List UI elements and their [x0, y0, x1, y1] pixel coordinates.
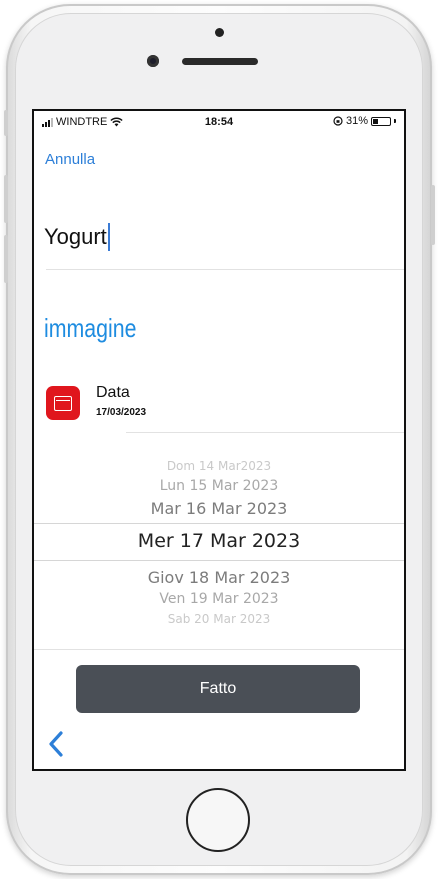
date-picker-wheel[interactable]: Dom 14 Mar2023 Lun 15 Mar 2023 Mar 16 Ma… [34, 451, 404, 651]
date-value: 17/03/2023 [96, 407, 147, 418]
cancel-button[interactable]: Annulla [45, 151, 95, 168]
battery-fill [373, 118, 378, 124]
battery-icon [371, 116, 391, 126]
side-button-volume-down [4, 235, 8, 283]
battery-tip [394, 119, 396, 123]
item-name-value: Yogurt [44, 224, 107, 249]
done-button[interactable]: Fatto [76, 665, 360, 713]
picker-option[interactable]: Sab 20 Mar 2023 [34, 612, 404, 626]
side-button-mute [4, 110, 8, 136]
divider [46, 269, 404, 270]
home-button[interactable] [186, 788, 250, 852]
date-label: Data [96, 384, 130, 401]
picker-option[interactable]: Dom 14 Mar2023 [34, 459, 404, 473]
divider [34, 649, 404, 650]
picker-option-selected[interactable]: Mer 17 Mar 2023 [34, 530, 404, 552]
text-cursor [107, 223, 110, 251]
side-button-power [431, 185, 435, 245]
picker-option[interactable]: Mar 16 Mar 2023 [34, 499, 404, 518]
item-name-input[interactable]: Yogurt [44, 223, 110, 251]
side-button-volume-up [4, 175, 8, 223]
picker-option[interactable]: Ven 19 Mar 2023 [34, 591, 404, 607]
orientation-lock-icon [333, 116, 343, 126]
calendar-icon [46, 386, 80, 420]
front-camera [147, 55, 159, 67]
screen: WINDTRE 18:54 31% Annulla Yogurt immagin… [32, 109, 406, 771]
status-bar: WINDTRE 18:54 31% [34, 111, 404, 133]
battery-group: 31% [333, 115, 396, 127]
divider [126, 432, 404, 433]
image-link[interactable]: immagine [44, 313, 136, 344]
chevron-left-icon[interactable] [46, 729, 68, 759]
battery-percent: 31% [345, 115, 368, 127]
picker-option[interactable]: Lun 15 Mar 2023 [34, 478, 404, 494]
front-sensor [215, 28, 224, 37]
picker-option[interactable]: Giov 18 Mar 2023 [34, 568, 404, 587]
earpiece-speaker [182, 58, 258, 65]
